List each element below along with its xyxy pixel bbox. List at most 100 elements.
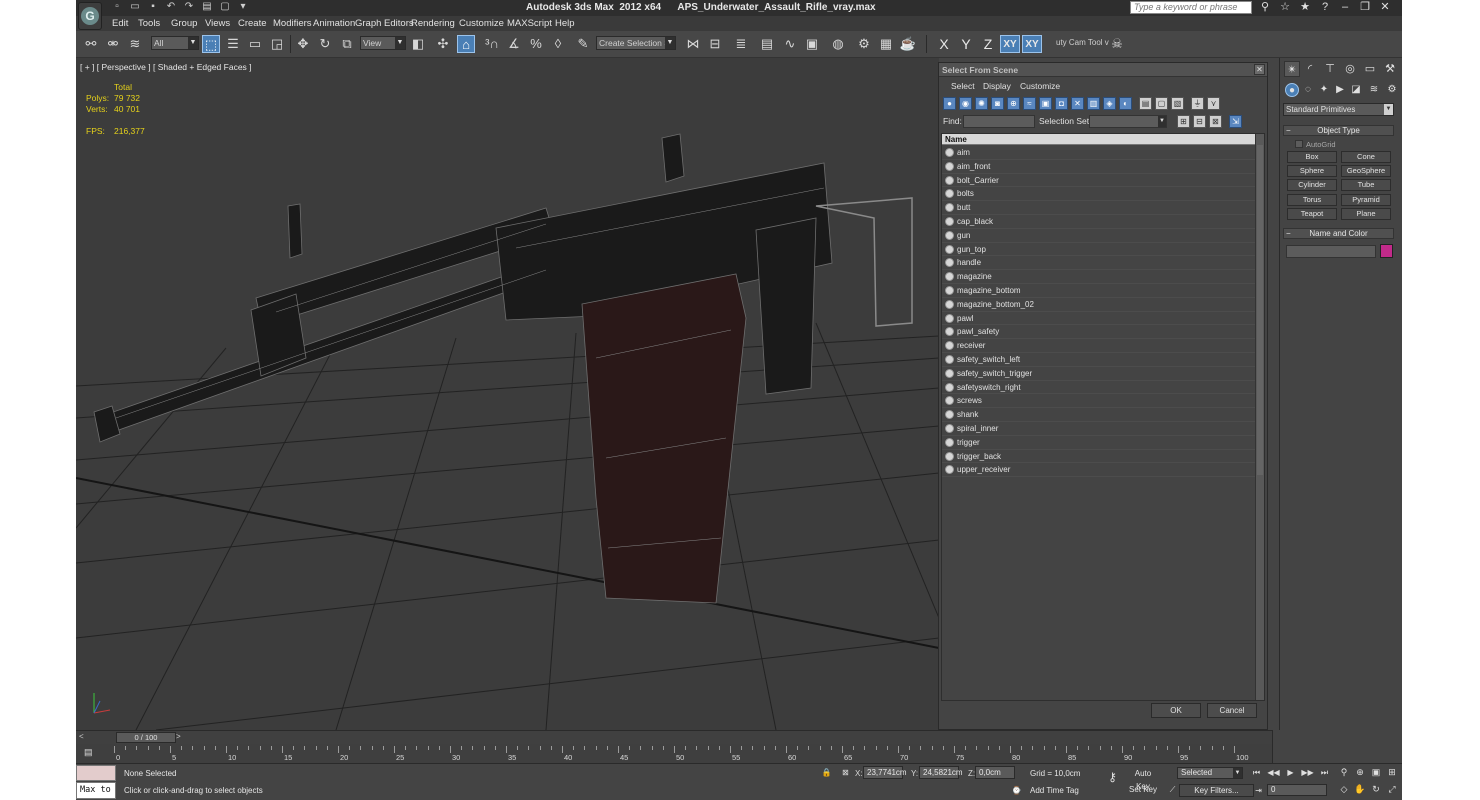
percent-snap-icon[interactable]: % (527, 35, 545, 53)
display-geometry-icon[interactable]: ● (943, 97, 956, 110)
geometry-icon[interactable]: ● (1285, 83, 1299, 97)
primitive-category-dropdown[interactable]: Standard Primitives ▼ (1283, 103, 1394, 116)
menu-animation[interactable]: Animation (313, 18, 355, 29)
add-time-tag[interactable]: Add Time Tag (1030, 786, 1079, 795)
select-none-icon[interactable]: ⊟ (1193, 115, 1206, 128)
list-item[interactable]: aim_front (942, 160, 1256, 174)
list-item[interactable]: magazine (942, 270, 1256, 284)
autogrid-checkbox[interactable]: AutoGrid (1295, 140, 1336, 149)
list-item[interactable]: screws (942, 394, 1256, 409)
display-xrefs-icon[interactable]: ◘ (1055, 97, 1068, 110)
select-invert-icon[interactable]: ⊠ (1209, 115, 1222, 128)
hierarchy-icon[interactable]: ⊤ (1322, 61, 1338, 77)
star-icon[interactable]: ★ (1298, 1, 1312, 14)
display-spacewarps-icon[interactable]: ≈ (1023, 97, 1036, 110)
list-item[interactable]: safetyswitch_right (942, 381, 1256, 395)
keyboard-shortcut-override-icon[interactable]: ⌂ (457, 35, 475, 53)
axis-x-button[interactable]: X (934, 35, 954, 53)
auto-key-button[interactable]: Auto Key (1128, 767, 1158, 791)
rotate-icon[interactable]: ↻ (316, 35, 334, 53)
current-frame-input[interactable]: 0 (1267, 784, 1327, 796)
object-list[interactable]: Name aim aim_front bolt_Carrier bolts butt ca… (941, 133, 1265, 701)
save-icon[interactable]: ▪ (146, 1, 160, 13)
binoculars-icon[interactable]: ⚲ (1258, 1, 1272, 14)
time-tag-icon[interactable]: ⌚ (1010, 785, 1023, 796)
new-file-icon[interactable]: ▫ (110, 1, 124, 13)
pan-icon[interactable]: ✋ (1354, 784, 1366, 795)
list-item[interactable]: aim (942, 146, 1256, 160)
dialog-menu-select[interactable]: Select (951, 81, 975, 91)
zoom-extents-icon[interactable]: ▣ (1370, 767, 1382, 778)
geosphere-button[interactable]: GeoSphere (1341, 165, 1391, 177)
plane-button[interactable]: Plane (1341, 208, 1391, 220)
object-name-input[interactable] (1286, 245, 1376, 258)
cancel-button[interactable]: Cancel (1207, 703, 1257, 718)
move-icon[interactable]: ✥ (294, 35, 312, 53)
display-cameras-icon[interactable]: ◙ (991, 97, 1004, 110)
menu-rendering[interactable]: Rendering (411, 18, 455, 29)
orbit-icon[interactable]: ↻ (1370, 784, 1382, 795)
render-production-icon[interactable]: ☕ (899, 35, 917, 53)
curve-editor-icon[interactable]: ∿ (781, 35, 799, 53)
axis-y-button[interactable]: Y (956, 35, 976, 53)
snaps-toggle-icon[interactable]: ³∩ (483, 35, 501, 53)
zoom-extents-all-icon[interactable]: ⊞ (1386, 767, 1398, 778)
key-tangent-icon[interactable]: ⟋ (1166, 784, 1179, 795)
perspective-viewport[interactable]: [ + ] [ Perspective ] [ Shaded + Edged F… (76, 58, 939, 730)
name-and-color-rollout[interactable]: − Name and Color (1283, 228, 1394, 239)
rectangular-selection-icon[interactable]: ▭ (246, 35, 264, 53)
reference-coordinate-dropdown[interactable]: View ▼ (360, 36, 406, 50)
previous-frame-icon[interactable]: < (79, 732, 84, 741)
find-input[interactable] (963, 115, 1035, 128)
display-containers-icon[interactable]: ▥ (1087, 97, 1100, 110)
checkbox-box[interactable] (1295, 140, 1303, 148)
list-item[interactable]: shank (942, 408, 1256, 422)
y-coordinate-input[interactable]: 24,5821cm (919, 766, 963, 779)
goto-end-icon[interactable]: ⏭ (1318, 767, 1331, 778)
maxscript-input[interactable]: Max to (76, 782, 116, 799)
display-shapes-icon[interactable]: ◉ (959, 97, 972, 110)
display-invert-icon[interactable]: ▧ (1171, 97, 1184, 110)
scale-icon[interactable]: ⧉ (338, 35, 356, 53)
list-item[interactable]: pawl (942, 312, 1256, 326)
graphite-toggle-icon[interactable]: ▤ (758, 35, 776, 53)
dialog-menu-display[interactable]: Display (983, 81, 1011, 91)
menu-create[interactable]: Create (238, 18, 267, 29)
project-folder-icon[interactable]: ▾ (236, 1, 250, 13)
list-item[interactable]: trigger (942, 436, 1256, 450)
list-item[interactable]: safety_switch_left (942, 353, 1256, 367)
key-mode-toggle-icon[interactable]: ⇥ (1252, 785, 1265, 796)
menu-help[interactable]: Help (555, 18, 575, 29)
key-mode-dropdown[interactable]: Selected ▼ (1177, 767, 1243, 779)
cameras-icon[interactable]: ▶ (1333, 83, 1347, 97)
schematic-view-icon[interactable]: ▣ (803, 35, 821, 53)
rendered-frame-window-icon[interactable]: ▦ (877, 35, 895, 53)
maximize-viewport-icon[interactable]: ⤢ (1386, 784, 1398, 795)
maxscript-listener-mini[interactable] (76, 765, 116, 781)
display-helpers-icon[interactable]: ⊕ (1007, 97, 1020, 110)
window-crossing-icon[interactable]: ◲ (268, 35, 286, 53)
list-item[interactable]: butt (942, 201, 1256, 215)
menu-maxscript[interactable]: MAXScript (507, 18, 552, 29)
list-item[interactable]: bolts (942, 187, 1256, 202)
unlink-icon[interactable]: ⚮ (104, 35, 122, 53)
shapes-icon[interactable]: ◌ (1301, 83, 1315, 97)
edit-named-selection-icon[interactable]: ✎ (574, 35, 592, 53)
display-all-icon[interactable]: ▤ (1139, 97, 1152, 110)
cylinder-button[interactable]: Cylinder (1287, 179, 1337, 191)
list-item[interactable]: magazine_bottom (942, 284, 1256, 298)
display-icon[interactable]: ▭ (1362, 61, 1378, 77)
link-icon[interactable]: ⚯ (82, 35, 100, 53)
create-icon[interactable]: ✴ (1284, 61, 1300, 77)
3ds-max-logo[interactable]: G (78, 2, 102, 30)
list-item[interactable]: handle (942, 256, 1256, 271)
previous-key-icon[interactable]: ◀◀ (1267, 767, 1280, 778)
zoom-all-icon[interactable]: ⊕ (1354, 767, 1366, 778)
systems-icon[interactable]: ⚙ (1385, 83, 1399, 97)
help-search-input[interactable]: Type a keyword or phrase (1130, 1, 1252, 14)
dialog-menu-customize[interactable]: Customize (1020, 81, 1060, 91)
angle-snap-icon[interactable]: ∡ (505, 35, 523, 53)
render-setup-icon[interactable]: ⚙ (855, 35, 873, 53)
menu-edit[interactable]: Edit (112, 18, 128, 29)
display-bones-icon[interactable]: ✕ (1071, 97, 1084, 110)
